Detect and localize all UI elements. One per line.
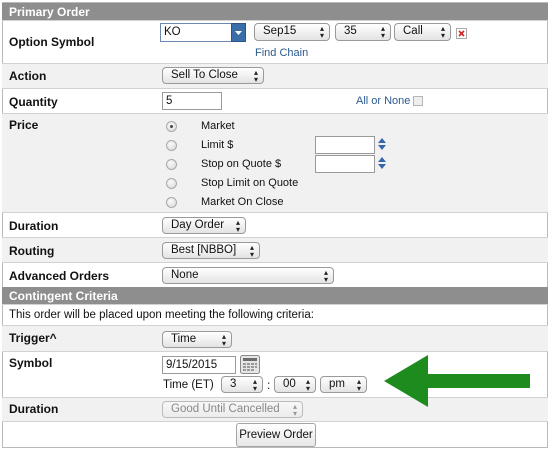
option-symbol-value: KO [164, 26, 181, 38]
trigger-date-input[interactable]: 9/15/2015 [162, 356, 236, 374]
duration-row: Duration Day Order ▴ ▾ [2, 212, 548, 237]
price-limit-radio[interactable] [166, 140, 177, 151]
calendar-icon[interactable] [240, 355, 260, 374]
trigger-value: Time [171, 333, 197, 345]
strike-select[interactable]: 35 ▴ ▾ [335, 23, 391, 41]
chevron-down-icon: ▴ ▾ [221, 332, 226, 348]
contingent-note: This order will be placed upon meeting t… [9, 309, 314, 321]
price-moc-label: Market On Close [201, 196, 284, 208]
option-symbol-input[interactable]: KO [160, 23, 232, 42]
chevron-down-icon: ▴ ▾ [252, 377, 257, 393]
time-et-label: Time (ET) [163, 379, 214, 391]
quantity-input[interactable]: 5 [162, 92, 222, 110]
all-or-none-checkbox[interactable] [413, 96, 423, 106]
spinner-icon[interactable] [378, 138, 388, 152]
symbol-dropdown-button[interactable] [231, 23, 246, 42]
price-market-radio[interactable] [166, 121, 177, 132]
action-row: Action Sell To Close ▴ ▾ [2, 63, 548, 88]
price-stop-limit-label: Stop Limit on Quote [201, 177, 299, 189]
duration-label: Duration [9, 219, 59, 233]
price-stop-limit-radio[interactable] [166, 178, 177, 189]
trigger-row: Trigger^ Time ▴ ▾ [2, 325, 548, 351]
routing-label: Routing [9, 244, 55, 258]
chevron-down-icon: ▴ ▾ [305, 377, 310, 393]
chevron-down-icon: ▴ ▾ [380, 24, 385, 40]
advanced-orders-row: Advanced Orders None ▴ ▾ [2, 262, 548, 287]
price-row: Price Market Limit $ Stop on Quote $ Sto… [2, 113, 548, 212]
hour-select[interactable]: 3 ▴ ▾ [221, 376, 263, 393]
action-label: Action [9, 69, 47, 83]
contingent-note-row: This order will be placed upon meeting t… [2, 304, 548, 325]
spinner-icon[interactable] [378, 157, 388, 171]
price-stop-radio[interactable] [166, 159, 177, 170]
advanced-orders-label: Advanced Orders [9, 269, 110, 283]
option-type-value: Call [403, 25, 423, 37]
limit-price-input[interactable] [315, 136, 375, 154]
stop-price-input[interactable] [315, 155, 375, 173]
duration-select[interactable]: Day Order ▴ ▾ [162, 217, 246, 234]
contingent-duration-select[interactable]: Good Until Cancelled ▴ ▾ [162, 401, 303, 418]
ampm-value: pm [329, 378, 345, 390]
clear-symbol-button[interactable] [456, 28, 467, 39]
preview-order-button[interactable]: Preview Order [236, 423, 316, 447]
minute-select[interactable]: 00 ▴ ▾ [274, 376, 316, 393]
hour-value: 3 [230, 378, 237, 390]
chevron-down-icon [235, 31, 242, 35]
chevron-down-icon: ▴ ▾ [292, 402, 297, 418]
price-label: Price [9, 118, 39, 132]
trigger-select[interactable]: Time ▴ ▾ [162, 331, 232, 348]
contingent-duration-value: Good Until Cancelled [171, 403, 280, 415]
quantity-row: Quantity 5 All or None [2, 88, 548, 113]
chevron-down-icon: ▴ ▾ [323, 268, 328, 284]
expiry-value: Sep15 [263, 25, 297, 37]
contingent-symbol-label: Symbol [9, 356, 53, 370]
primary-order-header: Primary Order [2, 3, 548, 20]
price-limit-label: Limit $ [201, 139, 234, 151]
action-value: Sell To Close [171, 69, 238, 81]
duration-value: Day Order [171, 219, 225, 231]
minute-value: 00 [283, 378, 296, 390]
close-icon [458, 30, 465, 37]
chevron-down-icon: ▴ ▾ [235, 218, 240, 234]
all-or-none-label: All or None [356, 95, 411, 107]
strike-value: 35 [344, 25, 357, 37]
advanced-orders-select[interactable]: None ▴ ▾ [162, 267, 334, 284]
quantity-label: Quantity [9, 95, 58, 109]
contingent-criteria-header: Contingent Criteria [2, 287, 548, 304]
option-symbol-label: Option Symbol [9, 35, 95, 49]
expiry-select[interactable]: Sep15 ▴ ▾ [254, 23, 330, 41]
trigger-date-value: 9/15/2015 [166, 359, 218, 371]
chevron-down-icon: ▴ ▾ [356, 377, 361, 393]
action-select[interactable]: Sell To Close ▴ ▾ [162, 67, 264, 84]
advanced-orders-value: None [171, 269, 199, 281]
trigger-label: Trigger^ [9, 331, 57, 345]
routing-select[interactable]: Best [NBBO] ▴ ▾ [162, 242, 260, 259]
contingent-duration-label: Duration [9, 402, 59, 416]
time-colon: : [267, 378, 271, 392]
routing-value: Best [NBBO] [171, 244, 237, 256]
price-market-label: Market [201, 120, 235, 132]
find-chain-link[interactable]: Find Chain [255, 47, 308, 59]
price-moc-radio[interactable] [166, 197, 177, 208]
option-type-select[interactable]: Call ▴ ▾ [394, 23, 451, 41]
routing-row: Routing Best [NBBO] ▴ ▾ [2, 237, 548, 262]
chevron-down-icon: ▴ ▾ [440, 24, 445, 40]
chevron-down-icon: ▴ ▾ [249, 243, 254, 259]
quantity-value: 5 [166, 95, 173, 107]
option-symbol-row: Option Symbol KO Sep15 ▴ ▾ 35 ▴ ▾ Call ▴ ▾ Fin… [2, 20, 548, 63]
preview-row: Preview Order [2, 421, 548, 448]
chevron-down-icon: ▴ ▾ [253, 68, 258, 84]
ampm-select[interactable]: pm ▴ ▾ [320, 376, 367, 393]
chevron-down-icon: ▴ ▾ [319, 24, 324, 40]
arrow-left-icon [384, 355, 530, 407]
price-stop-label: Stop on Quote $ [201, 158, 282, 170]
